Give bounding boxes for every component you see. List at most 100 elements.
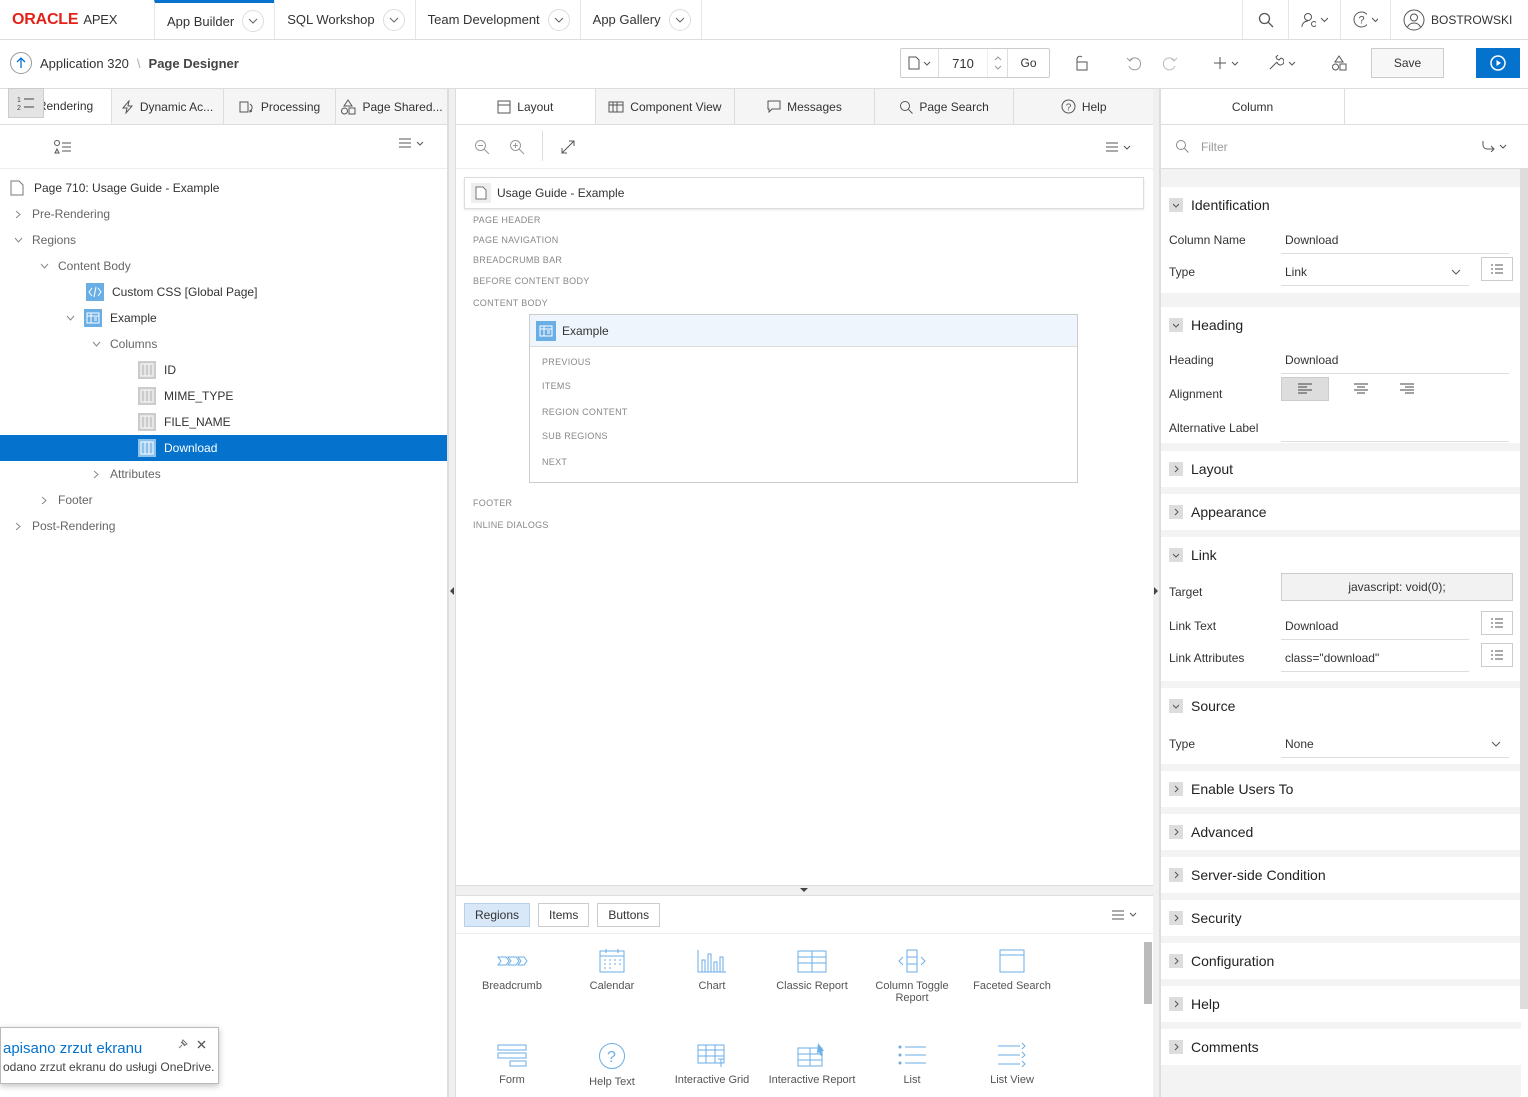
tree-node-custom-css[interactable]: Custom CSS [Global Page] bbox=[0, 279, 447, 305]
utilities-menu-button[interactable] bbox=[1262, 48, 1302, 78]
tab-layout[interactable]: Layout bbox=[456, 89, 596, 124]
grouped-view-button[interactable] bbox=[50, 132, 76, 162]
gallery-tab-buttons[interactable]: Buttons bbox=[597, 902, 661, 927]
tree-node-pre-rendering[interactable]: Pre-Rendering bbox=[0, 201, 447, 227]
align-left-button[interactable] bbox=[1281, 377, 1329, 401]
group-header-enable-users[interactable]: Enable Users To bbox=[1161, 771, 1521, 807]
redo-button[interactable] bbox=[1156, 48, 1184, 78]
shared-components-button[interactable] bbox=[1326, 48, 1352, 78]
group-header-source[interactable]: Source bbox=[1161, 688, 1521, 724]
slot-page-navigation[interactable]: PAGE NAVIGATION bbox=[473, 235, 559, 245]
tab-app-builder[interactable]: App Builder bbox=[154, 0, 275, 39]
tree-node-regions[interactable]: Regions bbox=[0, 227, 447, 253]
gallery-tab-regions[interactable]: Regions bbox=[464, 902, 531, 927]
tab-page-search[interactable]: Page Search bbox=[874, 89, 1015, 124]
heading-field[interactable]: Download bbox=[1285, 353, 1338, 367]
tree-node-content-body[interactable]: Content Body bbox=[0, 253, 447, 279]
slot-breadcrumb-bar[interactable]: BREADCRUMB BAR bbox=[473, 255, 562, 265]
tab-column[interactable]: Column bbox=[1161, 89, 1345, 124]
tab-page-shared-components[interactable]: Page Shared... bbox=[336, 89, 447, 124]
tree-node-post-rendering[interactable]: Post-Rendering bbox=[0, 513, 447, 539]
group-header-heading[interactable]: Heading bbox=[1161, 307, 1521, 343]
source-type-select[interactable]: None bbox=[1285, 737, 1314, 751]
group-header-comments[interactable]: Comments bbox=[1161, 1029, 1521, 1065]
gallery-item-faceted-search[interactable]: Faceted Search bbox=[967, 948, 1057, 992]
gallery-item-list-view[interactable]: List View bbox=[967, 1042, 1057, 1086]
slot-content-body[interactable]: CONTENT BODY bbox=[473, 298, 548, 308]
tab-messages[interactable]: Messages bbox=[735, 89, 875, 124]
gallery-scrollbar[interactable] bbox=[1144, 942, 1152, 1004]
tab-processing[interactable]: Processing bbox=[224, 89, 336, 124]
tab-app-gallery[interactable]: App Gallery bbox=[579, 0, 702, 39]
chevron-down-icon[interactable] bbox=[10, 237, 26, 243]
close-icon[interactable] bbox=[197, 1040, 206, 1049]
chevron-down-icon[interactable] bbox=[547, 8, 570, 31]
page-number-stepper[interactable] bbox=[987, 49, 1007, 77]
zoom-in-button[interactable] bbox=[509, 139, 525, 155]
tree-node-footer[interactable]: Footer bbox=[0, 487, 447, 513]
pin-icon[interactable] bbox=[177, 1039, 188, 1050]
run-page-button[interactable] bbox=[1476, 48, 1520, 78]
chevron-right-icon[interactable] bbox=[36, 496, 52, 505]
tree-menu-button[interactable] bbox=[398, 137, 424, 149]
slot-next[interactable]: NEXT bbox=[542, 457, 567, 467]
breadcrumb-application-link[interactable]: Application 320 bbox=[40, 56, 129, 71]
slot-before-content-body[interactable]: BEFORE CONTENT BODY bbox=[473, 276, 590, 286]
chevron-right-icon[interactable] bbox=[10, 522, 26, 531]
gallery-splitter[interactable] bbox=[456, 885, 1153, 895]
administration-menu-button[interactable] bbox=[1288, 0, 1340, 39]
target-link-button[interactable]: javascript: void(0); bbox=[1281, 573, 1513, 601]
align-center-button[interactable] bbox=[1337, 377, 1385, 401]
create-menu-button[interactable] bbox=[1206, 48, 1246, 78]
group-header-identification[interactable]: Identification bbox=[1161, 187, 1521, 223]
chevron-down-icon[interactable] bbox=[668, 8, 691, 31]
gallery-item-help-text[interactable]: ? Help Text bbox=[567, 1042, 657, 1088]
zoom-out-button[interactable] bbox=[474, 139, 490, 155]
tab-dynamic-actions[interactable]: Dynamic Ac... bbox=[112, 89, 224, 124]
help-menu-button[interactable]: ? bbox=[1340, 0, 1390, 39]
gallery-item-interactive-grid[interactable]: Interactive Grid bbox=[667, 1042, 757, 1086]
slot-inline-dialogs[interactable]: INLINE DIALOGS bbox=[473, 520, 549, 530]
expand-button[interactable] bbox=[560, 139, 576, 155]
tree-node-column-file-name[interactable]: FILE_NAME bbox=[0, 409, 447, 435]
filter-input[interactable]: Filter bbox=[1201, 140, 1228, 154]
group-header-server-side-condition[interactable]: Server-side Condition bbox=[1161, 857, 1521, 893]
group-header-link[interactable]: Link bbox=[1161, 537, 1521, 573]
group-header-appearance[interactable]: Appearance bbox=[1161, 494, 1521, 530]
link-text-list-button[interactable] bbox=[1481, 611, 1513, 635]
search-button[interactable] bbox=[1242, 0, 1288, 39]
type-select[interactable]: Link bbox=[1285, 265, 1307, 279]
chevron-down-icon[interactable] bbox=[242, 10, 265, 32]
link-attributes-field[interactable]: class="download" bbox=[1285, 651, 1379, 665]
gallery-item-list[interactable]: List bbox=[867, 1042, 957, 1086]
region-example[interactable]: Example PREVIOUS ITEMS REGION CONTENT SU… bbox=[529, 314, 1078, 483]
tab-help[interactable]: ? Help bbox=[1014, 89, 1153, 124]
slot-region-content[interactable]: REGION CONTENT bbox=[542, 407, 628, 417]
slot-items[interactable]: ITEMS bbox=[542, 381, 571, 391]
tree-node-column-mime-type[interactable]: MIME_TYPE bbox=[0, 383, 447, 409]
arrow-up-icon[interactable] bbox=[10, 52, 32, 74]
link-attributes-list-button[interactable] bbox=[1481, 643, 1513, 667]
tree-node-column-download[interactable]: Download bbox=[0, 435, 447, 461]
group-header-advanced[interactable]: Advanced bbox=[1161, 814, 1521, 850]
chevron-right-icon[interactable] bbox=[88, 470, 104, 479]
undo-button[interactable] bbox=[1120, 48, 1148, 78]
page-box[interactable]: Usage Guide - Example bbox=[464, 177, 1144, 209]
tree-node-attributes[interactable]: Attributes bbox=[0, 461, 447, 487]
tree-node-column-id[interactable]: ID bbox=[0, 357, 447, 383]
chevron-down-icon[interactable] bbox=[62, 315, 78, 321]
tab-sql-workshop[interactable]: SQL Workshop bbox=[274, 0, 414, 39]
page-number-input[interactable]: 710 bbox=[939, 56, 987, 71]
gallery-item-calendar[interactable]: Calendar bbox=[567, 948, 657, 992]
gallery-menu-button[interactable] bbox=[1111, 909, 1137, 921]
gallery-item-form[interactable]: Form bbox=[467, 1042, 557, 1086]
gallery-tab-items[interactable]: Items bbox=[538, 902, 590, 927]
property-scrollbar[interactable] bbox=[1520, 169, 1528, 1009]
group-header-configuration[interactable]: Configuration bbox=[1161, 943, 1521, 979]
gallery-item-breadcrumb[interactable]: Breadcrumb bbox=[467, 948, 557, 992]
gallery-item-interactive-report[interactable]: Interactive Report bbox=[767, 1042, 857, 1086]
chevron-down-icon[interactable] bbox=[36, 263, 52, 269]
right-splitter[interactable] bbox=[1152, 89, 1160, 1097]
chevron-down-icon[interactable] bbox=[382, 8, 405, 31]
tab-component-view[interactable]: Component View bbox=[595, 89, 736, 124]
